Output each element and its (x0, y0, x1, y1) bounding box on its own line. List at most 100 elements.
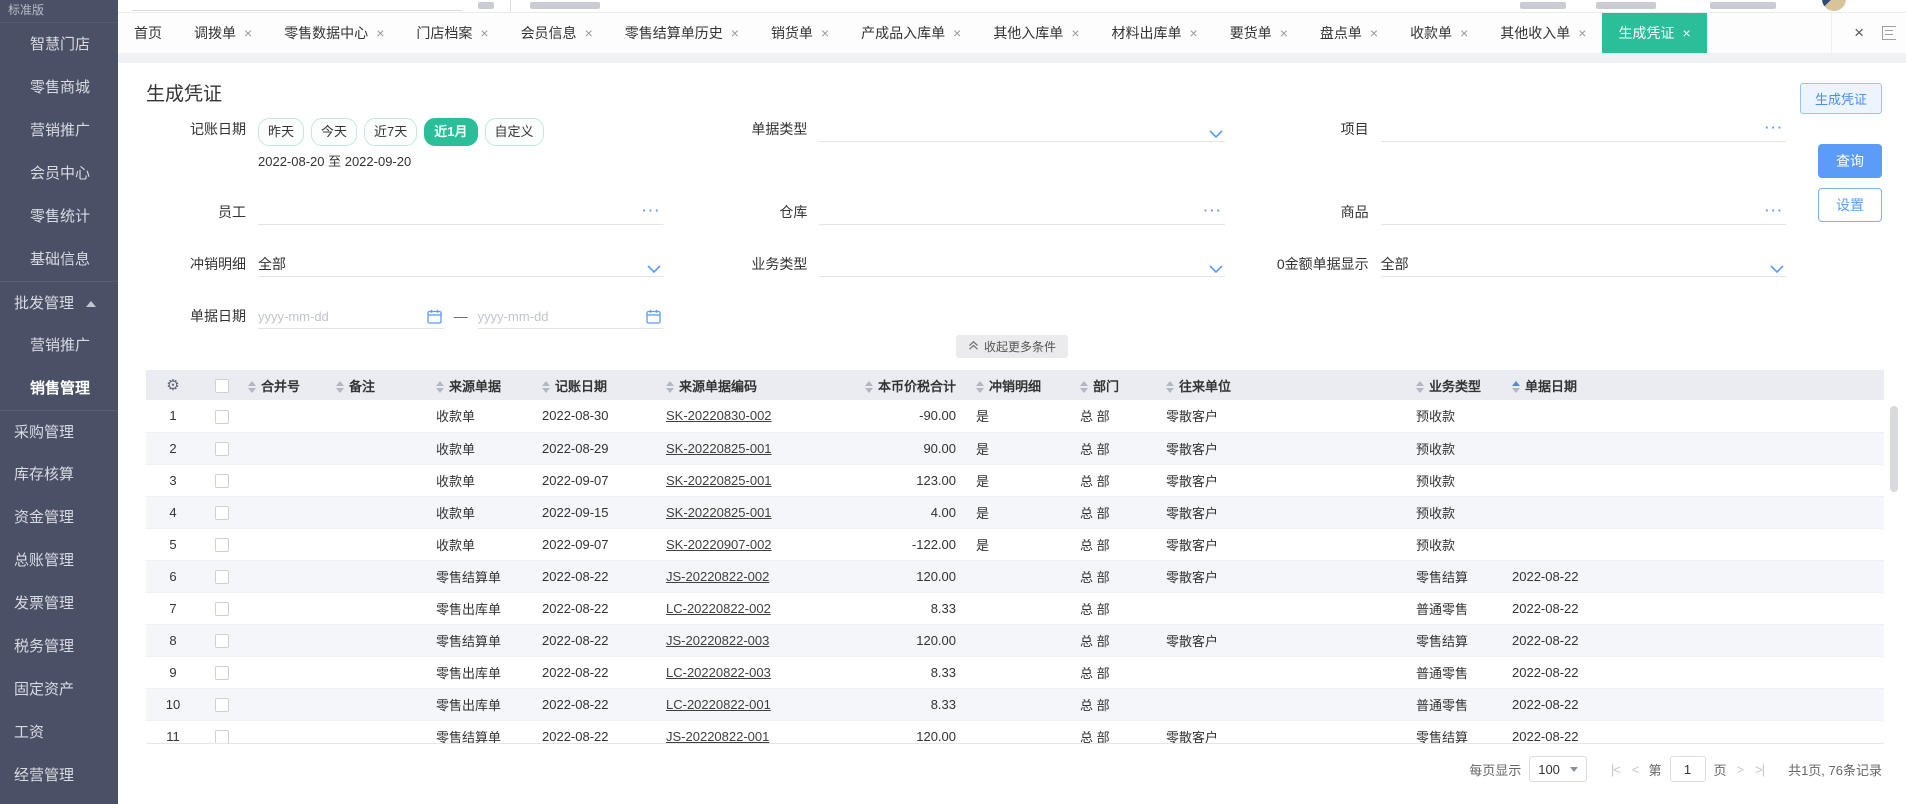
row-checkbox[interactable] (215, 441, 229, 456)
doc-type-select[interactable] (819, 118, 1225, 142)
tab-要货单[interactable]: 要货单 × (1214, 13, 1304, 53)
zero-amount-select[interactable]: 全部 (1380, 253, 1786, 277)
close-tab-icon[interactable]: × (1280, 26, 1288, 40)
row-checkbox[interactable] (215, 569, 229, 584)
sort-icon[interactable] (1166, 381, 1174, 394)
row-checkbox[interactable] (215, 537, 229, 552)
date-quick-自定义[interactable]: 自定义 (484, 118, 544, 146)
table-row[interactable]: 8 零售结算单 2022-08-22 JS-20220822-003 120.00 总 部… (146, 624, 1884, 657)
table-row[interactable]: 3 收款单 2022-09-07 SK-20220825-001 123.00 是总 部零… (146, 464, 1884, 497)
sidebar-item-总账管理[interactable]: 总账管理 (0, 539, 118, 582)
column-header-合并号[interactable]: 合并号 (244, 370, 332, 400)
date-quick-今天[interactable]: 今天 (311, 118, 358, 146)
doc-date-start-input[interactable]: yyyy-mm-dd (258, 305, 444, 329)
sidebar-item-智慧门店[interactable]: 智慧门店 (0, 23, 118, 66)
close-tab-icon[interactable]: × (1578, 26, 1586, 40)
sort-icon[interactable] (436, 381, 444, 394)
tab-其他入库单[interactable]: 其他入库单 × (977, 13, 1095, 53)
tab-盘点单[interactable]: 盘点单 × (1304, 13, 1394, 53)
date-quick-近1月[interactable]: 近1月 (424, 118, 478, 146)
source-doc-code-link[interactable]: LC-20220822-003 (666, 665, 771, 680)
goods-picker[interactable]: ··· (1380, 201, 1786, 225)
close-tab-icon[interactable]: × (376, 26, 384, 40)
source-doc-code-link[interactable]: SK-20220830-002 (666, 408, 772, 423)
column-header-部门[interactable]: 部门 (1076, 370, 1162, 400)
sidebar-item-经营管理[interactable]: 经营管理 (0, 754, 118, 797)
prev-page-button[interactable]: < (1630, 762, 1641, 777)
source-doc-code-link[interactable]: JS-20220822-003 (666, 633, 769, 648)
table-row[interactable]: 7 零售出库单 2022-08-22 LC-20220822-002 8.33 总 部普通… (146, 592, 1884, 625)
sort-icon[interactable] (1080, 381, 1088, 394)
tab-调拨单[interactable]: 调拨单 × (178, 13, 268, 53)
column-header-来源单据[interactable]: 来源单据 (432, 370, 538, 400)
global-search-input[interactable] (132, 10, 462, 11)
quick-action-fragment[interactable] (530, 2, 600, 9)
tab-零售数据中心[interactable]: 零售数据中心 × (268, 13, 400, 53)
employee-picker[interactable]: ··· (258, 201, 664, 225)
source-doc-code-link[interactable]: LC-20220822-002 (666, 601, 771, 616)
generate-voucher-button[interactable]: 生成凭证 (1799, 83, 1882, 114)
sort-icon[interactable] (248, 381, 256, 394)
column-header-冲销明细[interactable]: 冲销明细 (972, 370, 1076, 400)
close-tab-icon[interactable]: × (731, 26, 739, 40)
source-doc-code-link[interactable]: SK-20220825-001 (666, 505, 772, 520)
sidebar-item-销售管理[interactable]: 销售管理 (0, 367, 118, 410)
row-checkbox[interactable] (215, 601, 229, 616)
sidebar-item-固定资产[interactable]: 固定资产 (0, 668, 118, 711)
sidebar-item-采购管理[interactable]: 采购管理 (0, 410, 118, 453)
tab-首页[interactable]: 首页 (118, 13, 178, 53)
row-checkbox[interactable] (215, 729, 229, 743)
query-button[interactable]: 查询 (1818, 144, 1882, 178)
doc-date-end-input[interactable]: yyyy-mm-dd (477, 305, 664, 329)
sort-icon[interactable] (666, 381, 674, 394)
sidebar-item-资金管理[interactable]: 资金管理 (0, 496, 118, 539)
row-checkbox[interactable] (215, 505, 229, 520)
table-scrollbar[interactable] (1890, 406, 1898, 492)
tab-生成凭证[interactable]: 生成凭证 × (1602, 13, 1707, 53)
last-page-button[interactable]: >| (1753, 762, 1766, 777)
tab-零售结算单历史[interactable]: 零售结算单历史 × (609, 13, 755, 53)
table-row[interactable]: 11 零售结算单 2022-08-22 JS-20220822-001 120.00 总 … (146, 720, 1884, 744)
per-page-select[interactable]: 100 (1529, 756, 1587, 782)
row-checkbox[interactable] (215, 665, 229, 680)
close-all-tabs-icon[interactable]: × (1854, 23, 1864, 43)
sort-icon[interactable] (336, 381, 344, 394)
collapse-filters-button[interactable]: 收起更多条件 (955, 335, 1068, 358)
sort-icon[interactable] (1416, 381, 1424, 394)
close-tab-icon[interactable]: × (480, 26, 488, 40)
sort-icon[interactable] (1512, 381, 1520, 394)
column-header-本币价税合计[interactable]: 本币价税合计 (852, 370, 972, 400)
tab-门店档案[interactable]: 门店档案 × (400, 13, 504, 53)
table-row[interactable]: 6 零售结算单 2022-08-22 JS-20220822-002 120.00 总 部… (146, 560, 1884, 593)
sidebar-item-基础信息[interactable]: 基础信息 (0, 238, 118, 281)
row-checkbox[interactable] (215, 697, 229, 712)
column-header-往来单位[interactable]: 往来单位 (1162, 370, 1412, 400)
sidebar-item-库存核算[interactable]: 库存核算 (0, 453, 118, 496)
tab-list-icon[interactable] (1882, 26, 1896, 40)
close-tab-icon[interactable]: × (953, 26, 961, 40)
sort-icon[interactable] (976, 381, 984, 394)
business-type-select[interactable] (819, 253, 1225, 277)
row-checkbox[interactable] (215, 633, 229, 648)
sidebar-item-工资[interactable]: 工资 (0, 711, 118, 754)
writeoff-detail-select[interactable]: 全部 (258, 253, 664, 277)
search-icon[interactable] (478, 2, 494, 9)
date-quick-近7天[interactable]: 近7天 (364, 118, 418, 146)
column-header-备注[interactable]: 备注 (332, 370, 432, 400)
avatar[interactable] (1822, 0, 1846, 11)
support-icon[interactable] (1710, 2, 1776, 9)
column-header-业务类型[interactable]: 业务类型 (1412, 370, 1508, 400)
close-tab-icon[interactable]: × (1190, 26, 1198, 40)
table-row[interactable]: 9 零售出库单 2022-08-22 LC-20220822-003 8.33 总 部普通… (146, 656, 1884, 689)
settings-button[interactable]: 设置 (1818, 188, 1882, 222)
source-doc-code-link[interactable]: JS-20220822-001 (666, 729, 769, 744)
first-page-button[interactable]: |< (1609, 762, 1622, 777)
app-download-icon[interactable] (1596, 2, 1656, 9)
sidebar-item-营销推广[interactable]: 营销推广 (0, 109, 118, 152)
sidebar-item-会员中心[interactable]: 会员中心 (0, 152, 118, 195)
table-row[interactable]: 10 零售出库单 2022-08-22 LC-20220822-001 8.33 总 部普… (146, 688, 1884, 721)
tab-产成品入库单[interactable]: 产成品入库单 × (845, 13, 977, 53)
close-tab-icon[interactable]: × (1682, 26, 1690, 40)
source-doc-code-link[interactable]: SK-20220907-002 (666, 537, 772, 552)
close-tab-icon[interactable]: × (1370, 26, 1378, 40)
